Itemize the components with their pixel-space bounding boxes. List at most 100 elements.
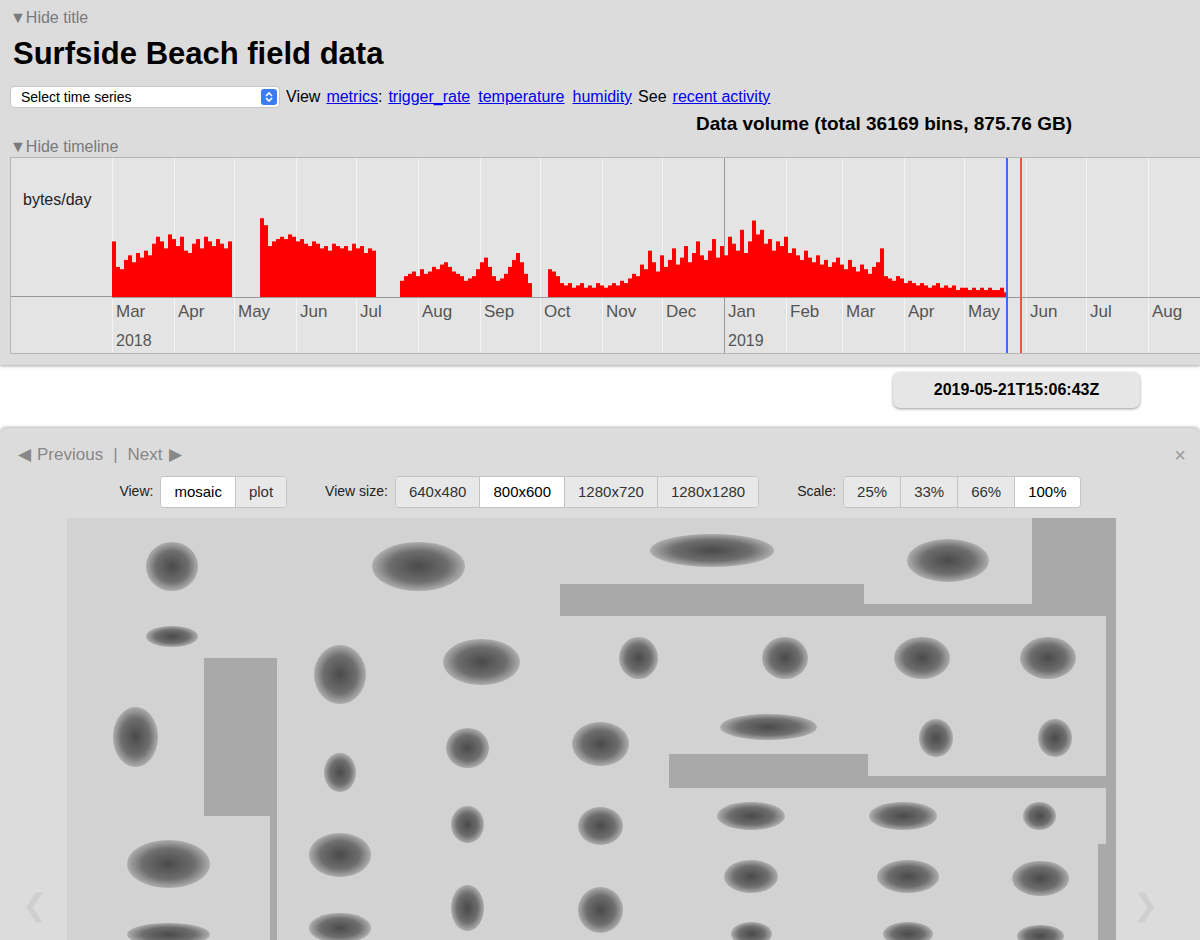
plankton-image[interactable] bbox=[532, 864, 669, 940]
previous-link[interactable]: Previous bbox=[37, 442, 103, 468]
plankton-image[interactable] bbox=[67, 518, 277, 616]
toggle-button[interactable]: plot bbox=[235, 477, 286, 507]
data-bar bbox=[364, 253, 368, 297]
plankton-image[interactable] bbox=[403, 788, 532, 862]
plankton-image[interactable] bbox=[277, 734, 403, 812]
data-bar bbox=[332, 244, 336, 297]
plankton-image[interactable] bbox=[67, 658, 204, 816]
close-icon[interactable]: × bbox=[1174, 445, 1186, 465]
toggle-button[interactable]: 1280x720 bbox=[564, 477, 657, 507]
toggle-button[interactable]: 66% bbox=[957, 477, 1014, 507]
plankton-image[interactable] bbox=[560, 616, 716, 701]
plankton-image[interactable] bbox=[833, 910, 983, 940]
timeline-chart[interactable]: bytes/day MarAprMayJunJulAugSepOctNovDec… bbox=[10, 157, 1200, 354]
toggle-button[interactable]: 100% bbox=[1014, 477, 1079, 507]
plankton-image[interactable] bbox=[403, 709, 532, 788]
plankton-image[interactable] bbox=[67, 912, 270, 940]
toggle-button[interactable]: 800x600 bbox=[479, 477, 564, 507]
plankton-image[interactable] bbox=[983, 844, 1098, 914]
image-mosaic[interactable] bbox=[67, 518, 1116, 940]
data-bar bbox=[952, 285, 956, 297]
plankton-image[interactable] bbox=[277, 518, 560, 616]
cell-shape bbox=[146, 626, 199, 647]
data-bar bbox=[856, 272, 860, 297]
plankton-image[interactable] bbox=[403, 616, 560, 709]
recent-activity-link[interactable]: recent activity bbox=[673, 85, 771, 109]
plankton-image[interactable] bbox=[669, 910, 833, 940]
plankton-image[interactable] bbox=[1004, 701, 1106, 776]
header-panel: ▼Hide title Surfside Beach field data Se… bbox=[0, 0, 1200, 365]
data-bar bbox=[928, 288, 932, 297]
time-marker[interactable] bbox=[1006, 158, 1008, 353]
cell-shape bbox=[314, 645, 366, 704]
plankton-image[interactable] bbox=[669, 788, 833, 844]
plankton-image[interactable] bbox=[277, 812, 403, 899]
previous-icon[interactable]: ◀ bbox=[18, 442, 31, 468]
timeline-plot[interactable]: MarAprMayJunJulAugSepOctNovDecJanFebMarA… bbox=[112, 158, 1200, 353]
data-bar bbox=[612, 283, 616, 297]
plankton-image[interactable] bbox=[67, 816, 270, 912]
data-bar bbox=[852, 267, 856, 297]
plankton-image[interactable] bbox=[277, 616, 403, 734]
data-bar bbox=[944, 285, 948, 297]
toggle-button[interactable]: 25% bbox=[844, 477, 900, 507]
next-icon[interactable]: ▶ bbox=[169, 442, 182, 468]
cell-shape bbox=[451, 806, 483, 843]
metrics-link[interactable]: metrics bbox=[326, 88, 378, 105]
mosaic-next-icon[interactable]: ❯ bbox=[1133, 888, 1158, 922]
plankton-image[interactable] bbox=[560, 518, 864, 584]
toggle-button[interactable]: mosaic bbox=[161, 477, 235, 507]
data-bar bbox=[152, 244, 156, 297]
data-bar bbox=[664, 267, 668, 297]
time-marker[interactable] bbox=[1020, 158, 1022, 353]
plankton-image[interactable] bbox=[833, 788, 973, 844]
data-bar bbox=[592, 288, 596, 297]
data-volume: Data volume (total 36169 bins, 875.76 GB… bbox=[696, 112, 1072, 136]
data-bar bbox=[680, 258, 684, 297]
data-bar bbox=[136, 253, 140, 297]
metric-link[interactable]: temperature bbox=[478, 85, 564, 109]
plankton-image[interactable] bbox=[403, 862, 532, 940]
plankton-image[interactable] bbox=[854, 616, 990, 701]
y-axis-label: bytes/day bbox=[23, 191, 91, 208]
hide-timeline-toggle[interactable]: ▼Hide timeline bbox=[10, 137, 1200, 157]
data-bar bbox=[140, 258, 144, 297]
time-series-select[interactable]: Select time series bbox=[10, 86, 280, 108]
plankton-image[interactable] bbox=[669, 701, 868, 754]
data-bar bbox=[776, 241, 780, 297]
data-bar bbox=[672, 248, 676, 297]
month-gridline bbox=[842, 158, 843, 353]
plankton-image[interactable] bbox=[669, 844, 833, 910]
hide-title-toggle[interactable]: ▼Hide title bbox=[10, 8, 1200, 28]
metric-link[interactable]: trigger_rate bbox=[388, 85, 470, 109]
toggle-button[interactable]: 1280x1280 bbox=[657, 477, 758, 507]
month-gridline bbox=[1026, 158, 1027, 353]
plankton-image[interactable] bbox=[983, 914, 1098, 940]
data-bar bbox=[988, 288, 992, 297]
next-link[interactable]: Next bbox=[128, 442, 163, 468]
cell-shape bbox=[762, 637, 808, 680]
plankton-image[interactable] bbox=[67, 616, 277, 658]
plankton-image[interactable] bbox=[532, 788, 669, 864]
plankton-image[interactable] bbox=[277, 899, 403, 940]
data-bar bbox=[460, 276, 464, 297]
plankton-image[interactable] bbox=[990, 616, 1106, 701]
data-bar bbox=[744, 253, 748, 297]
data-bar bbox=[1000, 288, 1004, 297]
plankton-image[interactable] bbox=[532, 701, 669, 788]
see-word: See bbox=[638, 85, 666, 109]
mosaic-previous-icon[interactable]: ❮ bbox=[22, 888, 47, 922]
toggle-button[interactable]: 640x480 bbox=[396, 477, 480, 507]
plankton-image[interactable] bbox=[833, 844, 983, 910]
cell-shape bbox=[717, 802, 784, 830]
data-bar bbox=[368, 248, 372, 297]
plankton-image[interactable] bbox=[716, 616, 854, 701]
data-bar bbox=[512, 260, 516, 297]
data-bar bbox=[404, 276, 408, 297]
plankton-image[interactable] bbox=[864, 518, 1032, 604]
toggle-button[interactable]: 33% bbox=[900, 477, 957, 507]
data-bar bbox=[716, 258, 720, 297]
plankton-image[interactable] bbox=[973, 788, 1106, 844]
plankton-image[interactable] bbox=[868, 701, 1004, 776]
metric-link[interactable]: humidity bbox=[573, 85, 633, 109]
